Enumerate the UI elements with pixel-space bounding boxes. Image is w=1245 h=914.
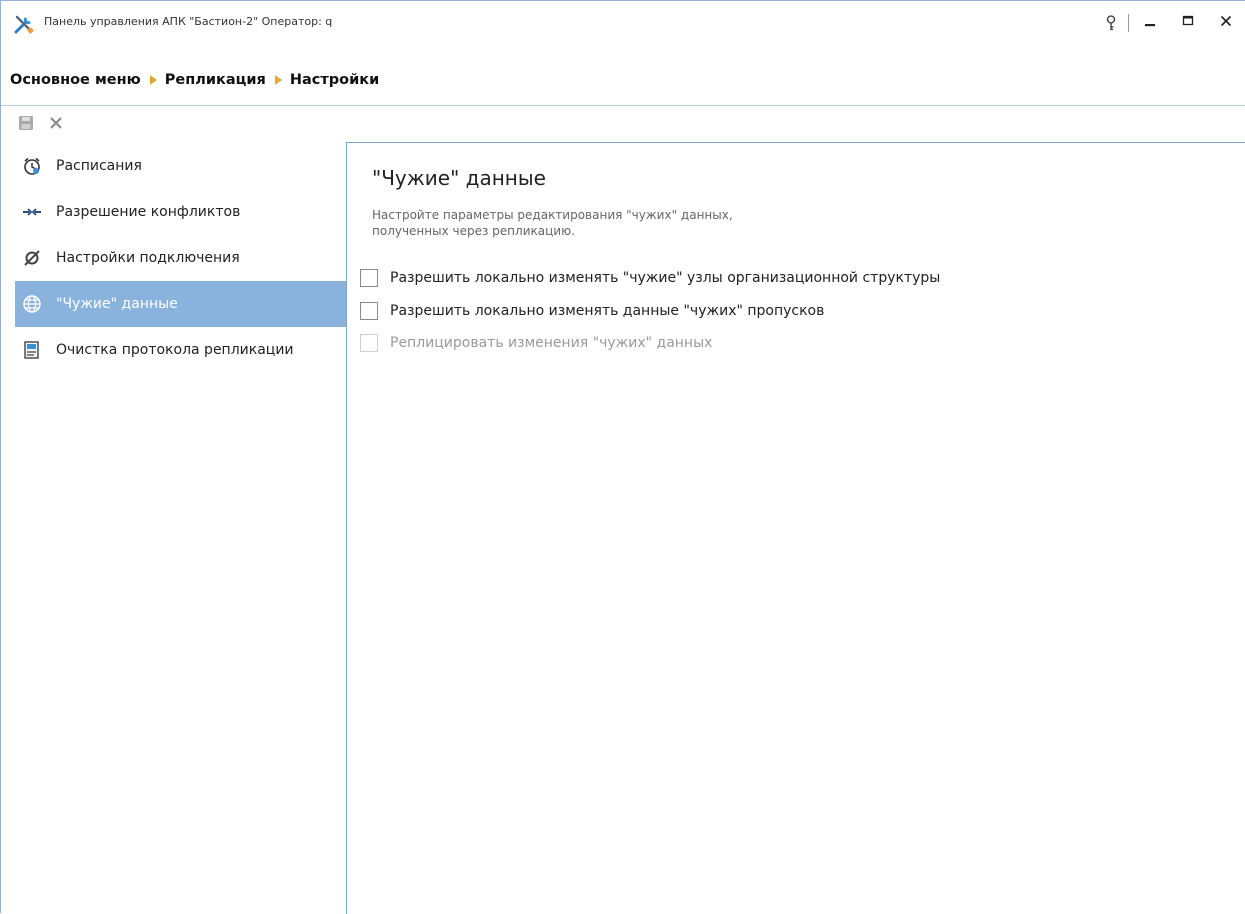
sidebar-item-schedules[interactable]: Расписания xyxy=(15,143,346,189)
breadcrumb-arrow-icon xyxy=(149,75,157,85)
clear-log-icon xyxy=(22,340,42,360)
alarm-clock-icon xyxy=(22,156,42,176)
checkbox[interactable] xyxy=(360,269,378,287)
minimize-icon xyxy=(1144,15,1156,31)
save-button[interactable] xyxy=(15,114,37,136)
breadcrumb-item-main-menu[interactable]: Основное меню xyxy=(10,72,141,88)
conflict-arrows-icon xyxy=(22,202,42,222)
tools-icon xyxy=(13,13,35,35)
cancel-button[interactable] xyxy=(45,114,67,136)
window-controls xyxy=(1096,1,1245,45)
app-window: Панель управления АПК "Бастион-2" Операт… xyxy=(0,0,1245,914)
minimize-button[interactable] xyxy=(1131,1,1169,45)
page-title: "Чужие" данные xyxy=(372,166,546,190)
sidebar-item-clear-replication-log[interactable]: Очистка протокола репликации xyxy=(15,327,346,373)
breadcrumb-arrow-icon xyxy=(274,75,282,85)
sidebar-item-label: Очистка протокола репликации xyxy=(56,342,294,358)
checkbox-allow-edit-foreign-passes[interactable]: Разрешить локально изменять данные "чужи… xyxy=(360,299,824,323)
window-title: Панель управления АПК "Бастион-2" Операт… xyxy=(44,15,333,28)
title-bar: Панель управления АПК "Бастион-2" Операт… xyxy=(1,1,1245,45)
content-panel xyxy=(346,142,1245,914)
sidebar-item-label: Разрешение конфликтов xyxy=(56,204,241,220)
checkbox-label: Реплицировать изменения "чужих" данных xyxy=(390,335,713,351)
sidebar: Расписания Разрешение конфликтов Настрой… xyxy=(15,143,346,373)
close-button[interactable] xyxy=(1207,1,1245,45)
description-line: Настройте параметры редактирования "чужи… xyxy=(372,208,733,222)
sidebar-item-label: "Чужие" данные xyxy=(56,296,178,312)
close-icon xyxy=(48,115,64,135)
breadcrumb-item-settings: Настройки xyxy=(289,72,380,88)
checkbox-allow-edit-foreign-org-nodes[interactable]: Разрешить локально изменять "чужие" узлы… xyxy=(360,266,940,290)
maximize-icon xyxy=(1182,15,1194,31)
checkbox-replicate-foreign-changes: Реплицировать изменения "чужих" данных xyxy=(360,331,712,355)
sidebar-item-conflict-resolution[interactable]: Разрешение конфликтов xyxy=(15,189,346,235)
maximize-button[interactable] xyxy=(1169,1,1207,45)
breadcrumb-item-replication[interactable]: Репликация xyxy=(165,72,266,88)
checkbox[interactable] xyxy=(360,302,378,320)
title-separator xyxy=(1128,14,1129,32)
sidebar-item-foreign-data[interactable]: "Чужие" данные xyxy=(15,281,346,327)
checkbox-label: Разрешить локально изменять "чужие" узлы… xyxy=(390,270,941,286)
save-icon xyxy=(18,115,34,135)
sidebar-item-connection-settings[interactable]: Настройки подключения xyxy=(15,235,346,281)
close-icon xyxy=(1220,15,1232,31)
sidebar-item-label: Настройки подключения xyxy=(56,250,240,266)
page-description: Настройте параметры редактирования "чужи… xyxy=(372,207,1072,239)
toolbar xyxy=(15,113,75,137)
checkbox-label: Разрешить локально изменять данные "чужи… xyxy=(390,303,825,319)
breadcrumb-divider xyxy=(1,105,1245,106)
globe-icon xyxy=(22,294,42,314)
disconnected-plug-icon xyxy=(22,248,42,268)
key-icon[interactable] xyxy=(1096,1,1126,45)
sidebar-item-label: Расписания xyxy=(56,158,142,174)
checkbox xyxy=(360,334,378,352)
breadcrumb: Основное меню Репликация Настройки xyxy=(10,69,379,91)
description-line: полученных через репликацию. xyxy=(372,224,575,238)
